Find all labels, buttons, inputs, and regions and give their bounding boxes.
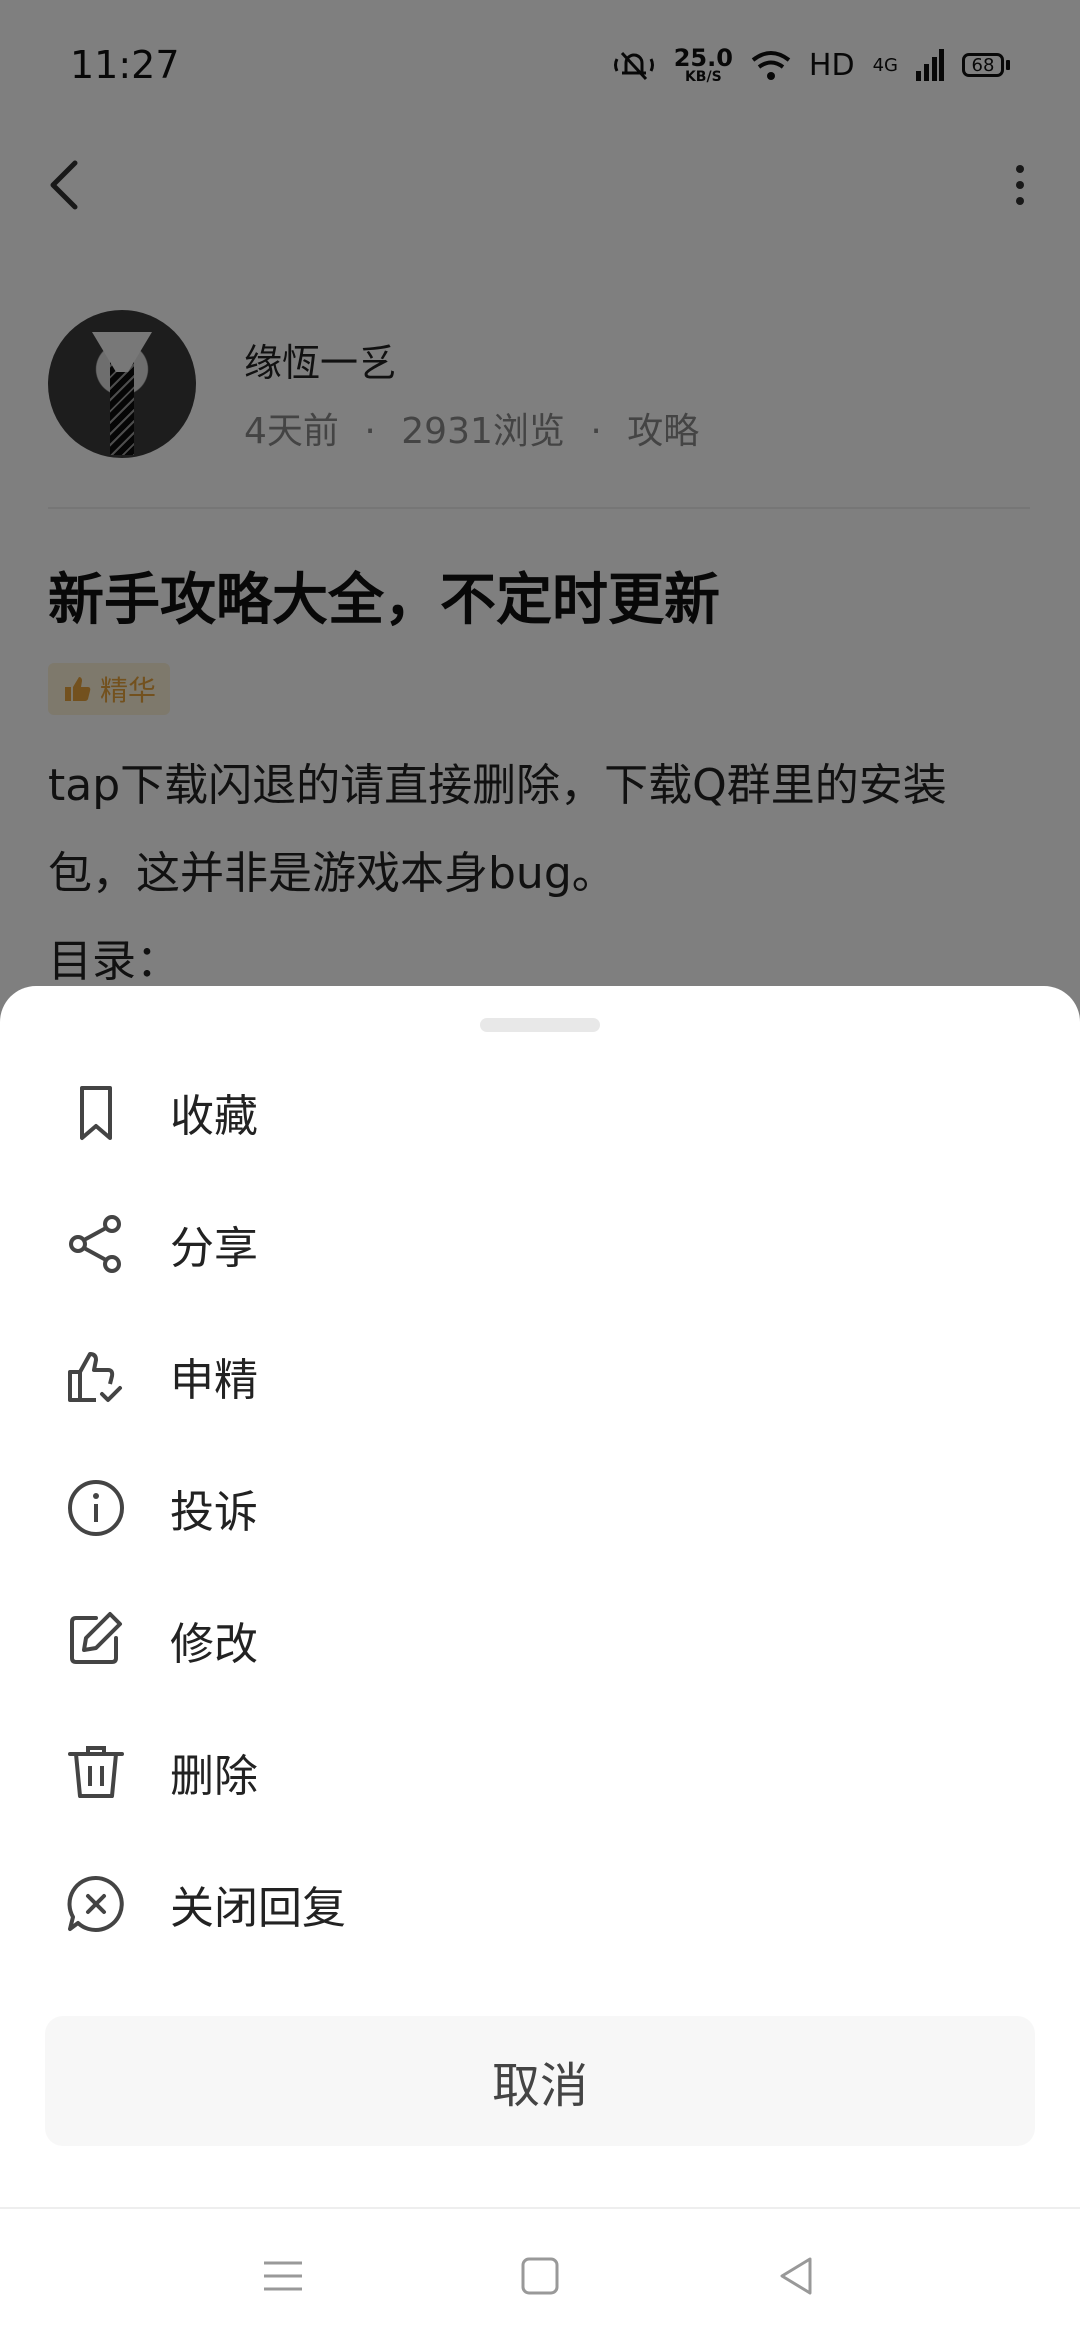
menu-item-label: 投诉: [170, 1487, 258, 1538]
menu-item-edit[interactable]: 修改: [0, 1574, 1080, 1706]
bookmark-icon: [80, 1086, 112, 1140]
sheet-handle[interactable]: [480, 1018, 600, 1032]
menu-item-close-reply[interactable]: 关闭回复: [0, 1838, 1080, 1970]
system-nav-bar: [0, 2209, 1080, 2340]
menu-icon[interactable]: [258, 2251, 308, 2301]
menu-item-label: 分享: [170, 1223, 258, 1274]
trash-icon: [68, 1746, 124, 1798]
share-icon: [69, 1215, 121, 1273]
menu-item-share[interactable]: 分享: [0, 1178, 1080, 1310]
menu-item-report[interactable]: 投诉: [0, 1442, 1080, 1574]
menu-item-label: 申精: [170, 1355, 258, 1406]
menu-item-label: 删除: [170, 1751, 258, 1802]
menu-item-favorite[interactable]: 收藏: [0, 1046, 1080, 1178]
back-triangle-icon[interactable]: [772, 2251, 822, 2301]
info-icon: [68, 1480, 124, 1536]
cancel-button[interactable]: 取消: [45, 2016, 1035, 2146]
home-icon[interactable]: [515, 2251, 565, 2301]
menu-item-delete[interactable]: 删除: [0, 1706, 1080, 1838]
menu-item-label: 收藏: [170, 1091, 258, 1142]
screen: 11:27 25.0 KB/S HD 4G: [0, 0, 1080, 2340]
close-comment-icon: [67, 1875, 124, 1932]
edit-icon: [70, 1612, 122, 1664]
menu-item-apply-featured[interactable]: 申精: [0, 1310, 1080, 1442]
menu-item-label: 修改: [170, 1619, 258, 1670]
action-menu: 收藏 分享 申精 投诉 修改 删除 关闭回复: [0, 1046, 1080, 1970]
menu-item-label: 关闭回复: [170, 1883, 346, 1934]
action-sheet: 收藏 分享 申精 投诉 修改 删除 关闭回复 取消: [0, 986, 1080, 2340]
thumb-check-icon: [68, 1352, 122, 1402]
